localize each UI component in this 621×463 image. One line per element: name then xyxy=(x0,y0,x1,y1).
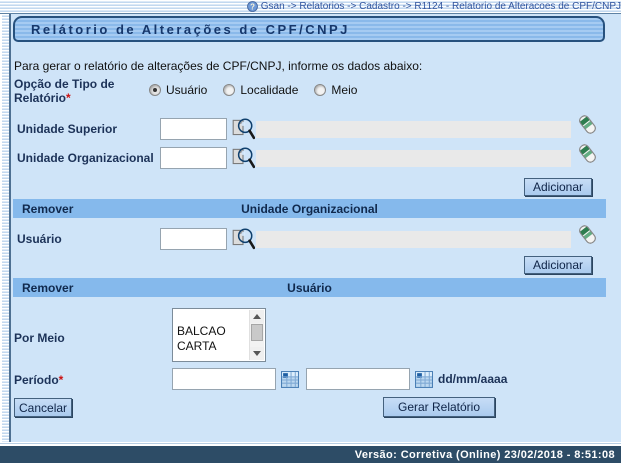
radio-localidade[interactable]: Localidade xyxy=(223,83,298,97)
periodo-end-input[interactable] xyxy=(306,368,410,390)
breadcrumb: Gsan -> Relatorios -> Cadastro -> R1124 … xyxy=(260,0,621,12)
adicionar-unidade-button[interactable]: Adicionar xyxy=(524,178,592,196)
radio-meio[interactable]: Meio xyxy=(314,83,357,97)
intro-text: Para gerar o relatório de alterações de … xyxy=(14,59,423,73)
unidade-organizacional-label: Unidade Organizacional xyxy=(17,151,154,165)
report-type-label: Opção de Tipo de Relatório* xyxy=(14,77,115,105)
help-icon[interactable] xyxy=(247,1,258,12)
radio-localidade-label[interactable]: Localidade xyxy=(240,83,298,97)
periodo-start-input[interactable] xyxy=(172,368,276,390)
por-meio-listbox[interactable]: BALCAO CARTA xyxy=(172,308,266,362)
unidade-superior-display xyxy=(256,121,571,138)
usuario-table-header: Remover Usuário xyxy=(13,278,606,297)
calendar-icon[interactable] xyxy=(415,371,433,388)
por-meio-label: Por Meio xyxy=(14,331,65,345)
unidade-superior-label: Unidade Superior xyxy=(17,122,118,136)
adicionar-usuario-button[interactable]: Adicionar xyxy=(524,256,592,274)
radio-usuario-label[interactable]: Usuário xyxy=(166,83,207,97)
radio-meio-label[interactable]: Meio xyxy=(331,83,357,97)
version-bar: Versão: Corretiva (Online) 23/02/2018 - … xyxy=(0,446,621,463)
calendar-icon[interactable] xyxy=(281,371,299,388)
report-type-radiogroup: Usuário Localidade Meio xyxy=(149,83,357,97)
page-title-text: Relátorio de Alterações de CPF/CNPJ xyxy=(31,21,350,37)
scroll-up-icon[interactable] xyxy=(250,310,264,323)
eraser-icon[interactable] xyxy=(577,224,598,245)
usuario-label: Usuário xyxy=(17,232,62,246)
radio-usuario[interactable]: Usuário xyxy=(149,83,207,97)
eraser-icon[interactable] xyxy=(577,114,598,135)
unidade-organizacional-input[interactable] xyxy=(160,147,227,169)
gerar-relatorio-button[interactable]: Gerar Relatório xyxy=(383,397,495,417)
search-icon[interactable] xyxy=(231,226,255,250)
left-striped-rail xyxy=(2,14,11,442)
search-icon[interactable] xyxy=(231,116,255,140)
radio-usuario-control[interactable] xyxy=(149,84,161,96)
unidade-organizacional-display xyxy=(256,150,571,167)
periodo-label: Período* xyxy=(14,373,64,387)
unidade-column-header: Unidade Organizacional xyxy=(241,201,378,216)
listbox-scrollbar[interactable] xyxy=(249,310,264,360)
remover-column-header: Remover xyxy=(22,201,74,216)
unidade-superior-input[interactable] xyxy=(160,118,227,140)
page-title: Relátorio de Alterações de CPF/CNPJ xyxy=(13,16,605,42)
date-format-hint: dd/mm/aaaa xyxy=(438,372,508,386)
usuario-display xyxy=(256,231,571,248)
scroll-down-icon[interactable] xyxy=(250,347,264,360)
form-content: Relátorio de Alterações de CPF/CNPJ Para… xyxy=(11,14,621,442)
footer-separator xyxy=(0,443,621,444)
eraser-icon[interactable] xyxy=(577,143,598,164)
scrollbar-thumb[interactable] xyxy=(251,324,263,341)
search-icon[interactable] xyxy=(231,145,255,169)
radio-meio-control[interactable] xyxy=(314,84,327,96)
version-text: Versão: Corretiva (Online) 23/02/2018 - … xyxy=(354,448,615,461)
usuario-column-header: Usuário xyxy=(287,280,332,295)
usuario-input[interactable] xyxy=(160,228,227,250)
gsan-report-window: Gsan -> Relatorios -> Cadastro -> R1124 … xyxy=(0,0,621,463)
remover-column-header: Remover xyxy=(22,280,74,295)
breadcrumb-bar: Gsan -> Relatorios -> Cadastro -> R1124 … xyxy=(0,0,621,13)
radio-localidade-control[interactable] xyxy=(223,84,236,96)
unidade-table-header: Remover Unidade Organizacional xyxy=(13,199,606,218)
main-frame: Relátorio de Alterações de CPF/CNPJ Para… xyxy=(0,13,621,442)
cancelar-button[interactable]: Cancelar xyxy=(14,398,72,417)
